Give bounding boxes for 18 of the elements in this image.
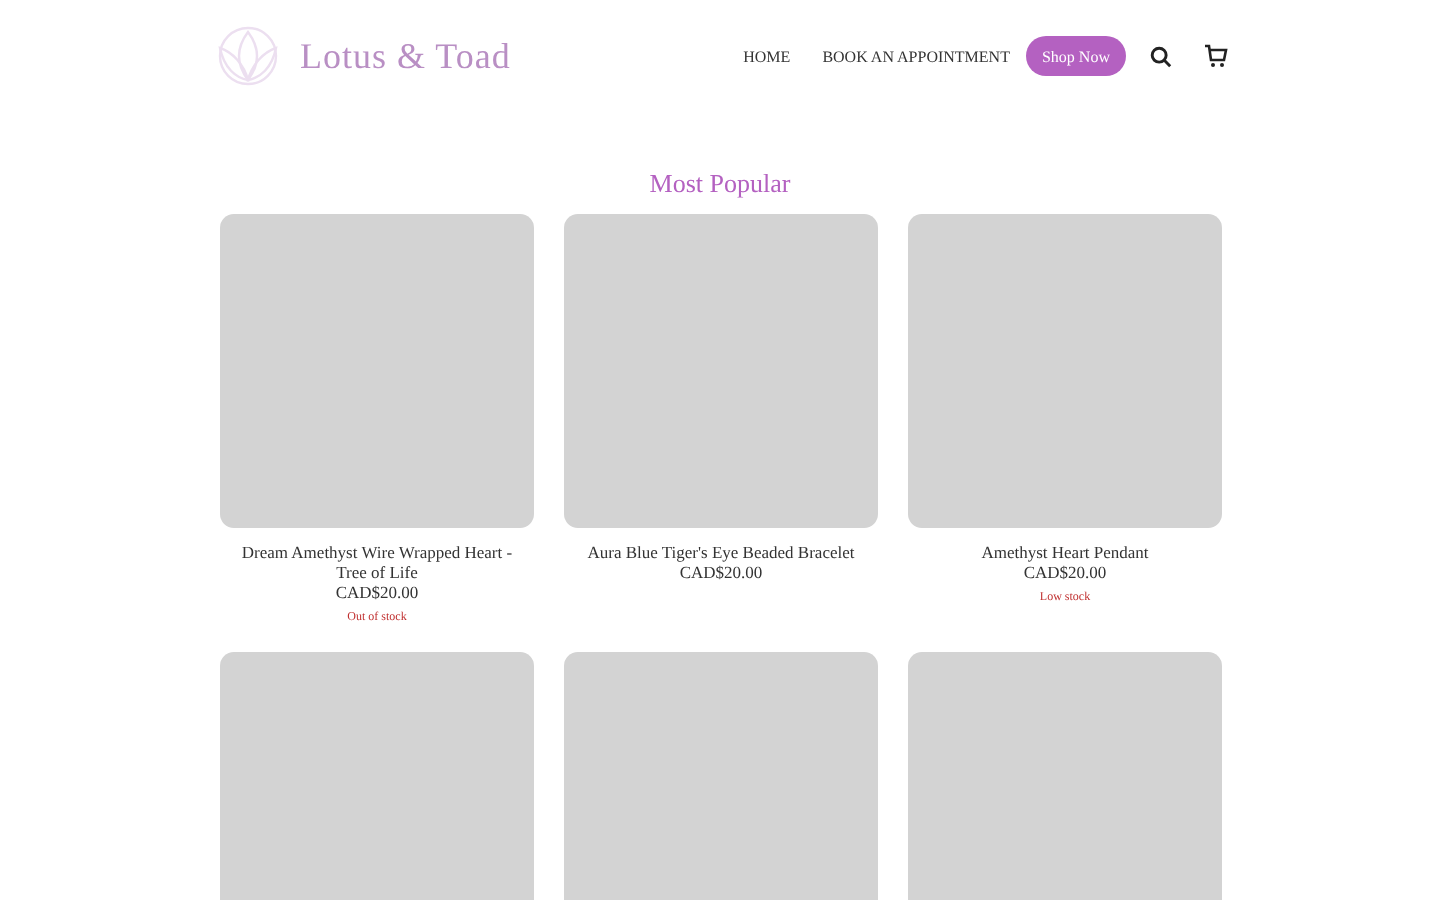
cart-icon[interactable]	[1204, 44, 1228, 68]
product-price: CAD$20.00	[1023, 562, 1107, 584]
nav-link[interactable]: BOOK AN APPOINTMENT	[822, 47, 1010, 65]
product-image-placeholder[interactable]	[564, 214, 878, 528]
product-price: CAD$20.00	[335, 582, 419, 604]
product-name[interactable]: Amethyst Heart Pendant	[915, 542, 1215, 562]
nav-link[interactable]: HOME	[743, 47, 791, 65]
product-image-placeholder[interactable]	[908, 652, 1222, 900]
product-image-placeholder[interactable]	[908, 214, 1222, 528]
product-image-placeholder[interactable]	[564, 652, 878, 900]
product-name[interactable]: Aura Blue Tiger's Eye Beaded Bracelet	[571, 542, 871, 562]
search-icon[interactable]	[1150, 45, 1172, 67]
shop-now-button[interactable]: Shop Now	[1025, 36, 1126, 76]
product-image-placeholder[interactable]	[220, 214, 534, 528]
section-title: Most Popular	[647, 168, 793, 200]
product-image-placeholder[interactable]	[220, 652, 534, 900]
product-name[interactable]: Dream Amethyst Wire Wrapped Heart - Tree of Life	[227, 542, 527, 582]
product-price: CAD$20.00	[679, 562, 763, 584]
